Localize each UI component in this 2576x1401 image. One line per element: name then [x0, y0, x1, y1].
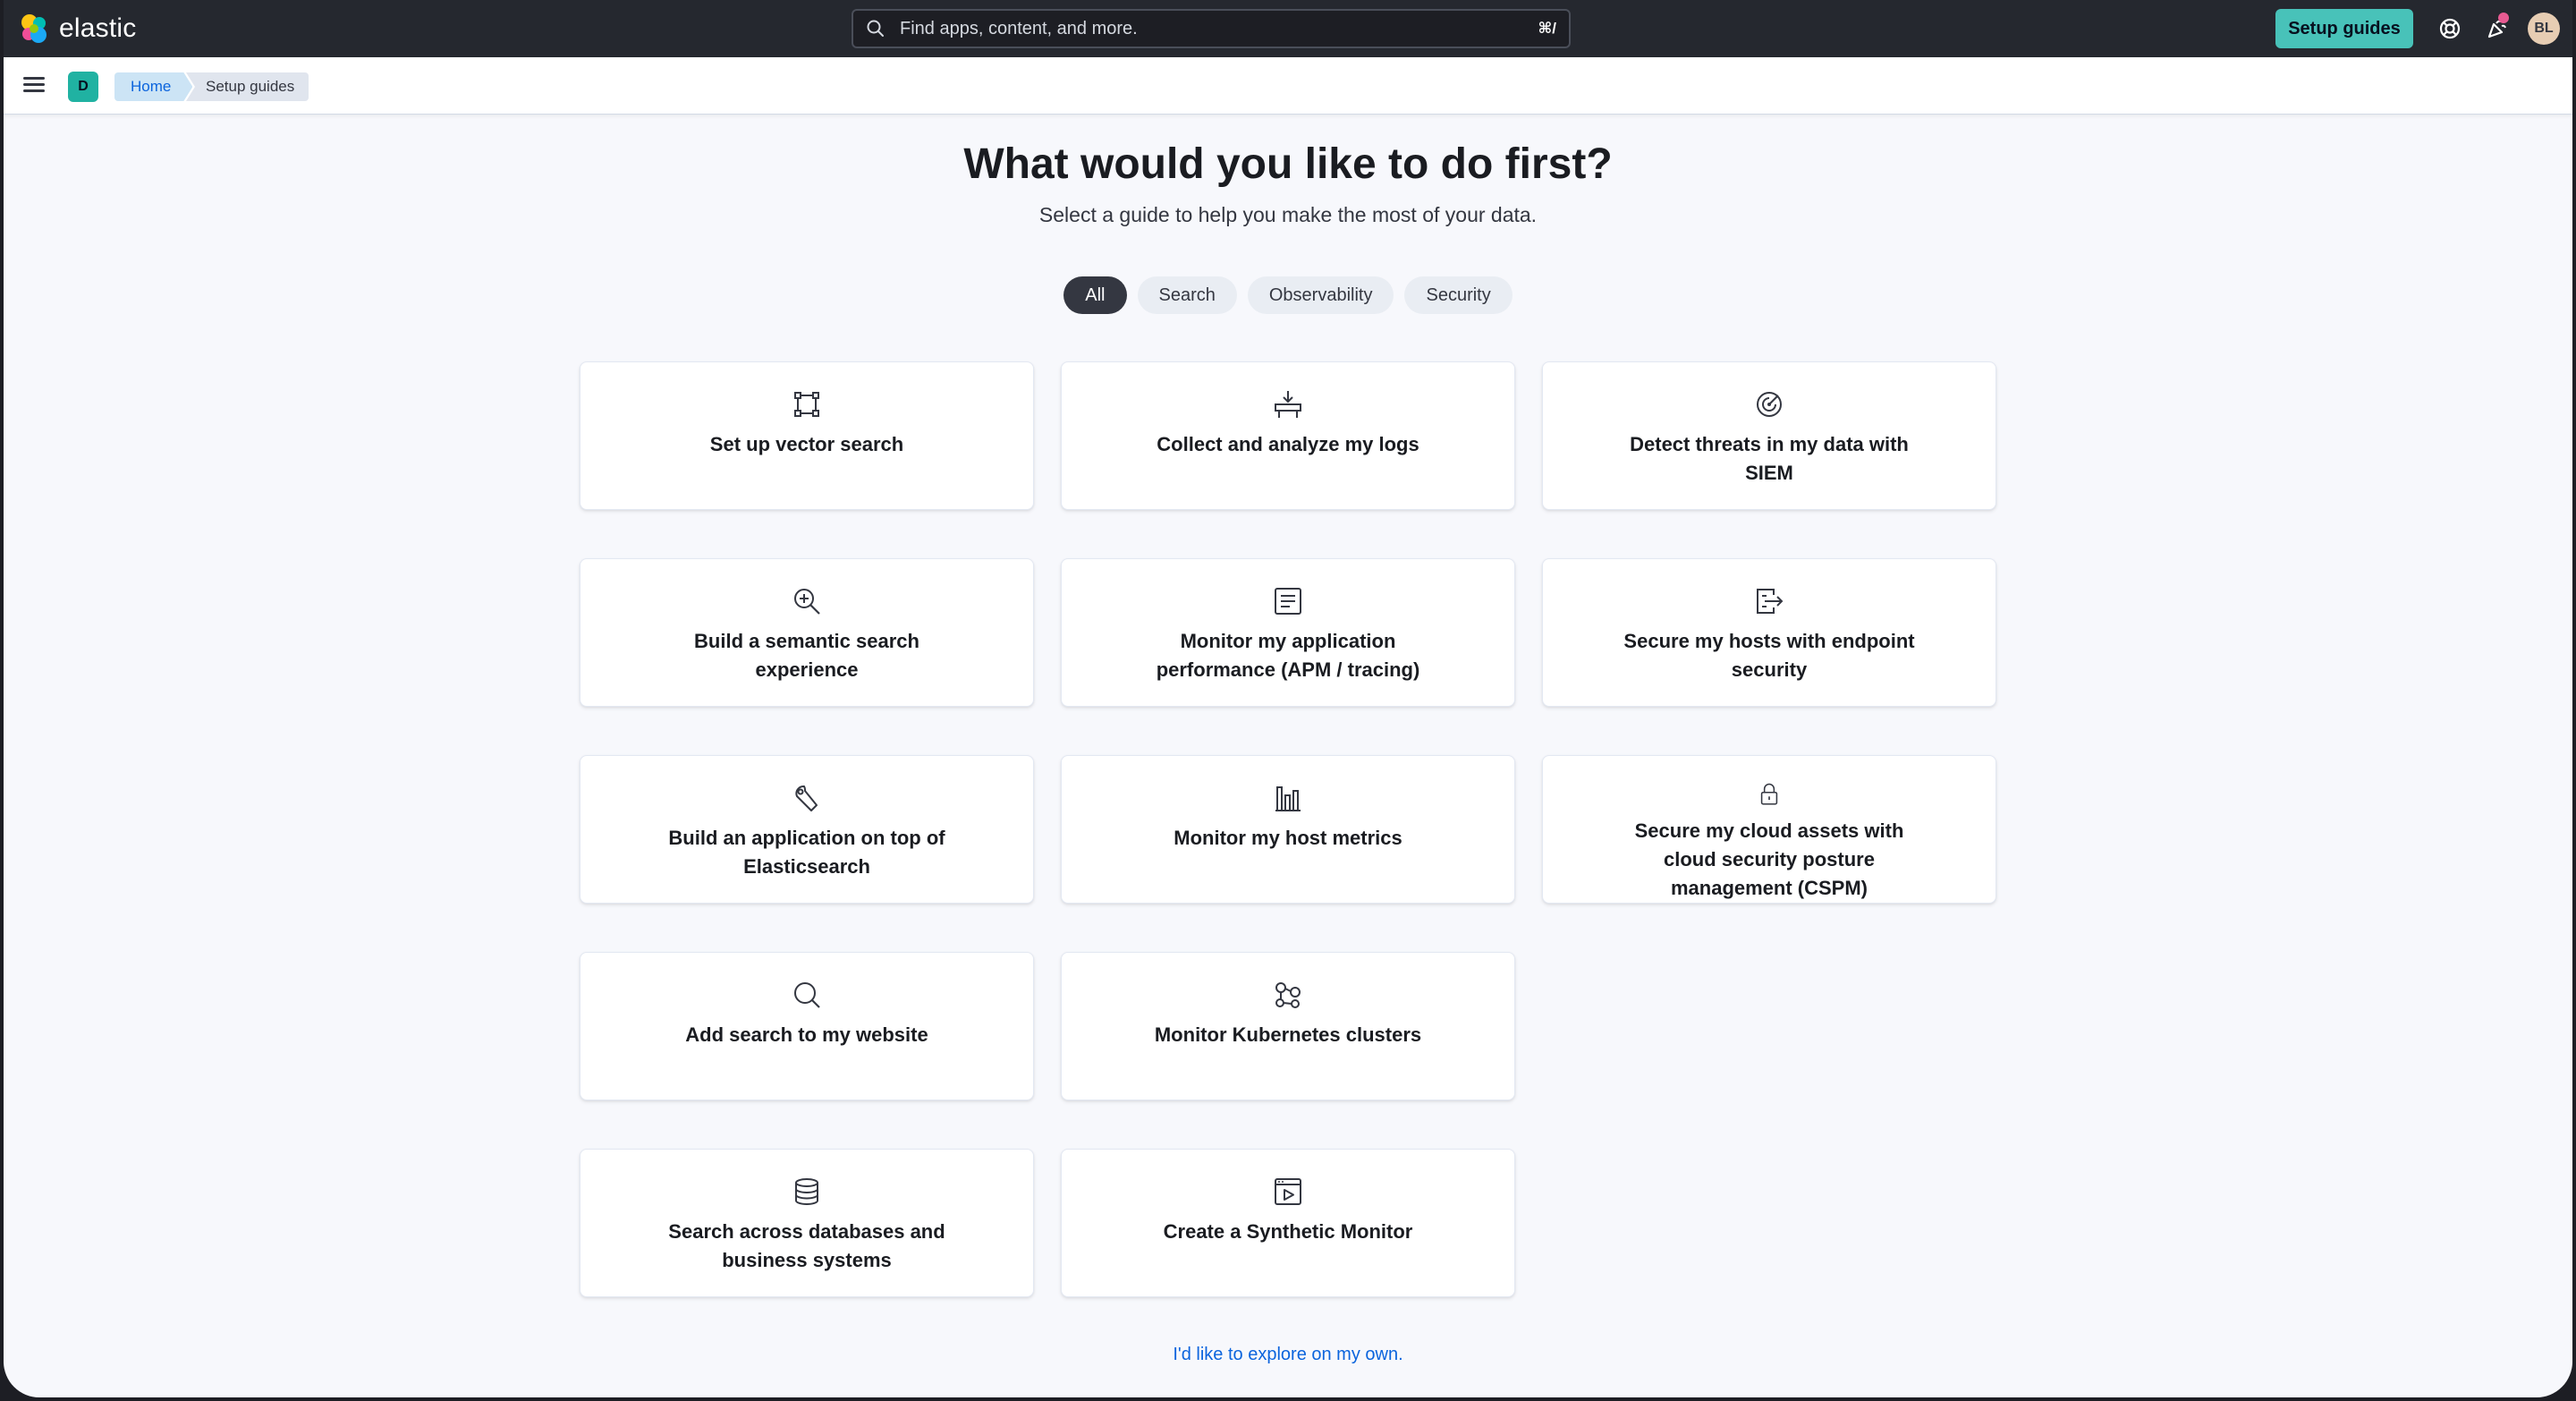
filter-observability[interactable]: Observability: [1247, 276, 1394, 314]
wrench-icon: [795, 785, 818, 811]
guide-card-semantic-search[interactable]: Build a semantic search experience: [580, 558, 1034, 707]
breadcrumb-bar: D Home Setup guides: [4, 57, 2572, 115]
document-list-icon: [1275, 588, 1301, 615]
search-shortcut: ⌘/: [1538, 20, 1557, 37]
vector-icon: [794, 392, 819, 417]
page-subtitle: Select a guide to help you make the most…: [1038, 203, 1538, 226]
guide-filter-group: All Search Observability Security: [4, 276, 2572, 314]
breadcrumb-setup-guides: Setup guides: [186, 72, 309, 101]
logs-ingest-icon: [1275, 391, 1301, 418]
guide-card-label: Build an application on top of Elasticse…: [668, 827, 945, 878]
export-icon: [1757, 589, 1784, 614]
radar-icon: [1757, 392, 1782, 417]
explore-on-my-own-link[interactable]: I'd like to explore on my own.: [4, 1345, 2572, 1365]
search-icon: [794, 982, 820, 1008]
guide-card-website-search[interactable]: Add search to my website: [580, 952, 1034, 1100]
guide-card-cspm[interactable]: Secure my cloud assets with cloud securi…: [1542, 755, 1996, 904]
elastic-logo[interactable]: elastic: [18, 13, 136, 45]
metrics-bars-icon: [1275, 786, 1301, 811]
guide-card-label: Monitor my host metrics: [1174, 827, 1402, 849]
guide-card-label: Search across databases and business sys…: [668, 1220, 945, 1271]
guide-card-label: Secure my cloud assets with cloud securi…: [1634, 819, 1904, 899]
guide-card-label: Detect threats in my data with SIEM: [1630, 433, 1909, 484]
lock-icon: [1760, 783, 1778, 805]
guide-card-apm[interactable]: Monitor my application performance (APM …: [1061, 558, 1515, 707]
search-placeholder: Find apps, content, and more.: [900, 18, 1138, 38]
filter-search[interactable]: Search: [1137, 276, 1237, 314]
guide-card-label: Collect and analyze my logs: [1157, 433, 1419, 455]
guide-card-label: Add search to my website: [685, 1023, 928, 1046]
global-search-input[interactable]: Find apps, content, and more. ⌘/: [852, 9, 1571, 48]
global-header: elastic Find apps, content, and more. ⌘/…: [4, 0, 2572, 57]
breadcrumb-home[interactable]: Home: [114, 72, 192, 101]
guide-card-databases[interactable]: Search across databases and business sys…: [580, 1149, 1034, 1297]
help-icon[interactable]: [2436, 15, 2463, 42]
guide-card-logs[interactable]: Collect and analyze my logs: [1061, 361, 1515, 510]
elastic-logo-icon: [21, 14, 47, 43]
guide-card-synthetic-monitor[interactable]: Create a Synthetic Monitor: [1061, 1149, 1515, 1297]
guide-card-endpoint[interactable]: Secure my hosts with endpoint security: [1542, 558, 1996, 707]
guide-card-siem[interactable]: Detect threats in my data with SIEM: [1542, 361, 1996, 510]
play-window-icon: [1275, 1178, 1301, 1205]
setup-guides-button[interactable]: Setup guides: [2275, 9, 2413, 48]
guide-card-build-app[interactable]: Build an application on top of Elasticse…: [580, 755, 1034, 904]
guide-card-host-metrics[interactable]: Monitor my host metrics: [1061, 755, 1515, 904]
guide-card-label: Secure my hosts with endpoint security: [1623, 630, 1915, 681]
guide-card-label: Monitor Kubernetes clusters: [1154, 1023, 1422, 1046]
logo-text: elastic: [59, 13, 137, 43]
search-icon: [867, 20, 884, 37]
page-title: What would you like to do first?: [963, 140, 1613, 188]
guide-card-label: Create a Synthetic Monitor: [1163, 1220, 1413, 1243]
app-window: elastic Find apps, content, and more. ⌘/…: [4, 0, 2572, 1397]
guide-card-label: Set up vector search: [709, 433, 904, 455]
magnify-plus-icon: [794, 589, 820, 615]
guide-card-label: Build a semantic search experience: [694, 630, 919, 681]
space-avatar[interactable]: D: [68, 72, 98, 102]
cluster-icon: [1275, 982, 1301, 1008]
guide-card-vector-search[interactable]: Set up vector search: [580, 361, 1034, 510]
user-avatar[interactable]: BL: [2528, 13, 2560, 45]
menu-icon[interactable]: [23, 74, 47, 96]
guide-card-kubernetes[interactable]: Monitor Kubernetes clusters: [1061, 952, 1515, 1100]
filter-security[interactable]: Security: [1404, 276, 1513, 314]
filter-all[interactable]: All: [1063, 276, 1127, 314]
guide-card-label: Monitor my application performance (APM …: [1156, 630, 1420, 681]
database-icon: [795, 1178, 818, 1205]
notification-badge: [2498, 13, 2509, 23]
